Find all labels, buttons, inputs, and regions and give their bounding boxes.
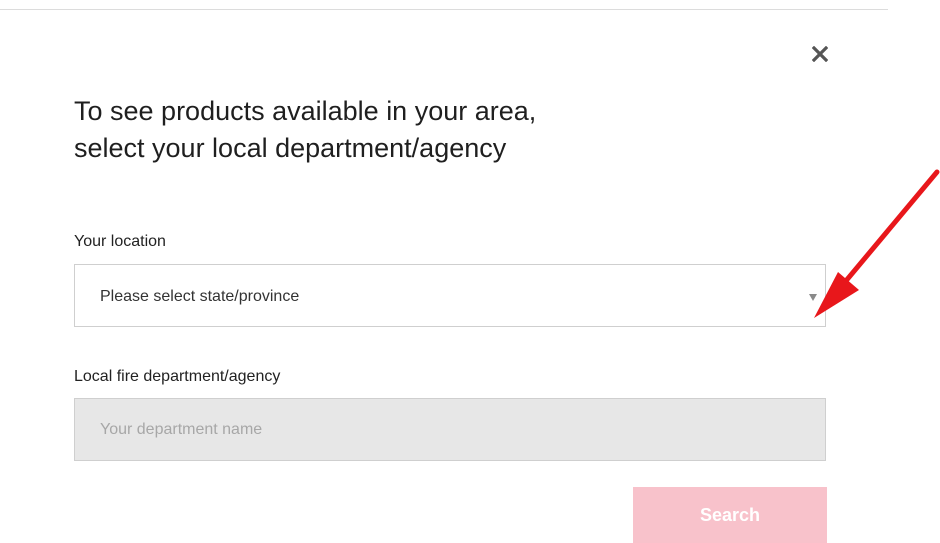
location-label: Your location: [74, 233, 166, 250]
modal-heading: To see products available in your area, …: [74, 96, 537, 163]
department-name-input[interactable]: [74, 398, 826, 461]
top-divider: [0, 9, 888, 10]
select-value: Please select state/province: [100, 288, 300, 305]
search-button[interactable]: Search: [633, 487, 827, 543]
close-icon: [812, 46, 828, 62]
department-label: Local fire department/agency: [74, 368, 281, 385]
state-province-select[interactable]: Please select state/province: [74, 264, 826, 327]
caret-down-icon: [809, 294, 817, 301]
close-button[interactable]: [803, 37, 837, 71]
location-modal: To see products available in your area, …: [0, 0, 940, 543]
